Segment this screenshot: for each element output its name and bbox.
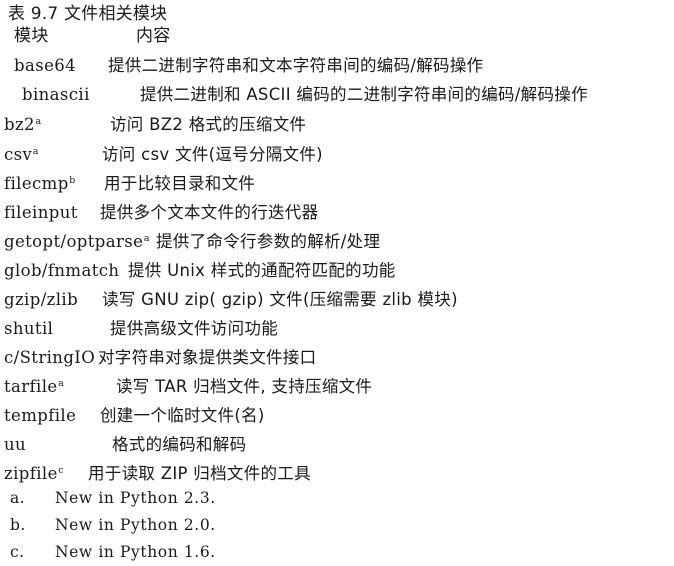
- footnote-label: b.: [10, 516, 26, 534]
- module-name: uu: [4, 435, 27, 454]
- table-row: tempfile 创建一个临时文件(名): [0, 401, 674, 430]
- table-row: gzip/zlib 读写 GNU zip( gzip) 文件(压缩需要 zlib …: [0, 285, 674, 314]
- module-name: binascii: [22, 85, 90, 104]
- table-row: fileinput 提供多个文本文件的行迭代器: [0, 198, 674, 227]
- footnote-text: New in Python 2.0.: [55, 516, 216, 534]
- footnote-marker: a: [35, 115, 42, 127]
- table-row: shutil 提供高级文件访问功能: [0, 314, 674, 343]
- table-row: bz2a 访问 BZ2 格式的压缩文件: [0, 110, 674, 139]
- module-description: 对字符串对象提供类文件接口: [98, 348, 317, 367]
- module-name: getopt/optparsea: [4, 232, 150, 251]
- module-name: c/StringIO: [4, 348, 96, 367]
- module-description: 读写 TAR 归档文件, 支持压缩文件: [116, 377, 373, 396]
- module-name: base64: [14, 56, 77, 75]
- module-description: 格式的编码和解码: [112, 435, 247, 454]
- table-row: uu 格式的编码和解码: [0, 430, 674, 459]
- module-description: 提供 Unix 样式的通配符匹配的功能: [128, 261, 396, 280]
- footnote-marker: b: [69, 174, 76, 186]
- table-row: tarfilea 读写 TAR 归档文件, 支持压缩文件: [0, 372, 674, 401]
- table-header-row: 模块 内容: [0, 22, 674, 51]
- module-name: bz2a: [4, 115, 42, 134]
- table-row: filecmpb 用于比较目录和文件: [0, 169, 674, 198]
- footnote: b. New in Python 2.0.: [0, 511, 674, 539]
- module-name: tempfile: [4, 406, 77, 425]
- column-header-module: 模块: [14, 26, 49, 46]
- footnote-text: New in Python 2.3.: [55, 489, 216, 507]
- module-description: 提供了命令行参数的解析/处理: [156, 232, 381, 251]
- table-row: c/StringIO 对字符串对象提供类文件接口: [0, 343, 674, 372]
- module-description: 访问 BZ2 格式的压缩文件: [110, 115, 307, 134]
- footnote-label: a.: [10, 489, 25, 507]
- module-name: csva: [4, 145, 39, 164]
- footnote-marker: a: [143, 232, 150, 244]
- module-description: 提供多个文本文件的行迭代器: [100, 203, 319, 222]
- table-row: getopt/optparsea 提供了命令行参数的解析/处理: [0, 227, 674, 256]
- footnote-marker: a: [32, 145, 39, 157]
- module-description: 访问 csv 文件(逗号分隔文件): [102, 145, 323, 164]
- footnote-marker: a: [58, 377, 65, 389]
- module-description: 读写 GNU zip( gzip) 文件(压缩需要 zlib 模块): [102, 290, 458, 309]
- module-description: 提供二进制和 ASCII 编码的二进制字符串间的编码/解码操作: [140, 85, 588, 104]
- module-name: filecmpb: [4, 174, 76, 193]
- module-description: 用于比较目录和文件: [104, 174, 256, 193]
- module-description: 提供二进制字符串和文本字符串间的编码/解码操作: [108, 56, 484, 75]
- footnote-label: c.: [10, 543, 25, 561]
- footnote: c. New in Python 1.6.: [0, 538, 674, 566]
- footnote-text: New in Python 1.6.: [55, 543, 216, 561]
- table-row: csva 访问 csv 文件(逗号分隔文件): [0, 140, 674, 169]
- footnote-marker: c: [58, 464, 64, 476]
- table-row: base64 提供二进制字符串和文本字符串间的编码/解码操作: [0, 51, 674, 80]
- footnote: a. New in Python 2.3.: [0, 484, 674, 512]
- module-name: gzip/zlib: [4, 290, 79, 309]
- module-name: fileinput: [4, 203, 78, 222]
- table-row: binascii 提供二进制和 ASCII 编码的二进制字符串间的编码/解码操作: [0, 80, 674, 109]
- module-name: shutil: [4, 319, 54, 338]
- module-description: 提供高级文件访问功能: [110, 319, 278, 338]
- module-name: tarfilea: [4, 377, 65, 396]
- module-description: 创建一个临时文件(名): [100, 406, 265, 425]
- column-header-content: 内容: [136, 26, 171, 46]
- module-name: glob/fnmatch: [4, 261, 120, 280]
- document-page: 表 9.7 文件相关模块 模块 内容 base64 提供二进制字符串和文本字符串间…: [0, 0, 674, 561]
- table-row: glob/fnmatch 提供 Unix 样式的通配符匹配的功能: [0, 256, 674, 285]
